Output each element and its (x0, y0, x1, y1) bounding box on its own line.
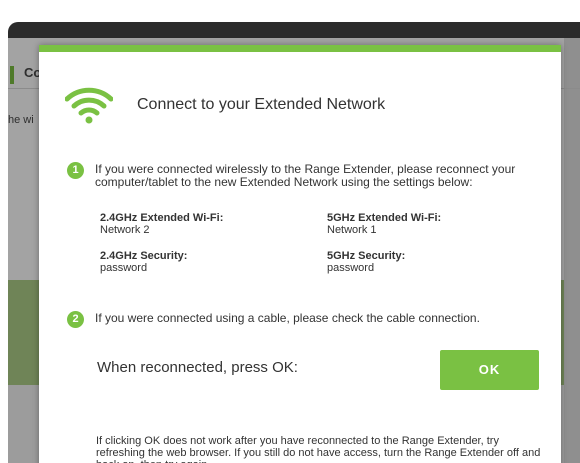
step-2-number-badge: 2 (67, 311, 84, 328)
dialog-title: Connect to your Extended Network (137, 96, 386, 113)
background-top-bar (8, 22, 580, 38)
step-1-text: If you were connected wirelessly to the … (95, 162, 516, 189)
wifi-24ghz-setting: 2.4GHz Extended Wi-Fi: Network 2 (100, 212, 223, 236)
wifi-5ghz-value: Network 1 (327, 224, 377, 236)
wifi-5ghz-setting: 5GHz Extended Wi-Fi: Network 1 (327, 212, 441, 236)
security-24ghz-value: password (100, 262, 148, 274)
wifi-5ghz-label: 5GHz Extended Wi-Fi: (327, 212, 442, 224)
background-right-edge (564, 38, 580, 463)
security-24ghz-setting: 2.4GHz Security: password (100, 250, 187, 274)
wifi-24ghz-label: 2.4GHz Extended Wi-Fi: (100, 212, 224, 224)
step-1-number-badge: 1 (67, 162, 84, 179)
wifi-icon (65, 87, 113, 124)
background-text: he wi (8, 114, 34, 126)
security-5ghz-setting: 5GHz Security: password (327, 250, 405, 274)
dialog-header: Connect to your Extended Network (65, 85, 525, 125)
connect-extended-network-dialog: Connect to your Extended Network 1 If yo… (39, 45, 561, 463)
ok-button[interactable]: OK (440, 350, 539, 390)
security-24ghz-label: 2.4GHz Security: (100, 250, 188, 262)
security-5ghz-value: password (327, 262, 375, 274)
wifi-24ghz-value: Network 2 (100, 224, 150, 236)
troubleshooting-note: If clicking OK does not work after you h… (96, 435, 541, 463)
security-5ghz-label: 5GHz Security: (327, 250, 406, 262)
step-2-text: If you were connected using a cable, ple… (95, 311, 480, 325)
reconnect-instruction: When reconnected, press OK: (97, 359, 298, 376)
background-heading-marker (10, 66, 14, 84)
